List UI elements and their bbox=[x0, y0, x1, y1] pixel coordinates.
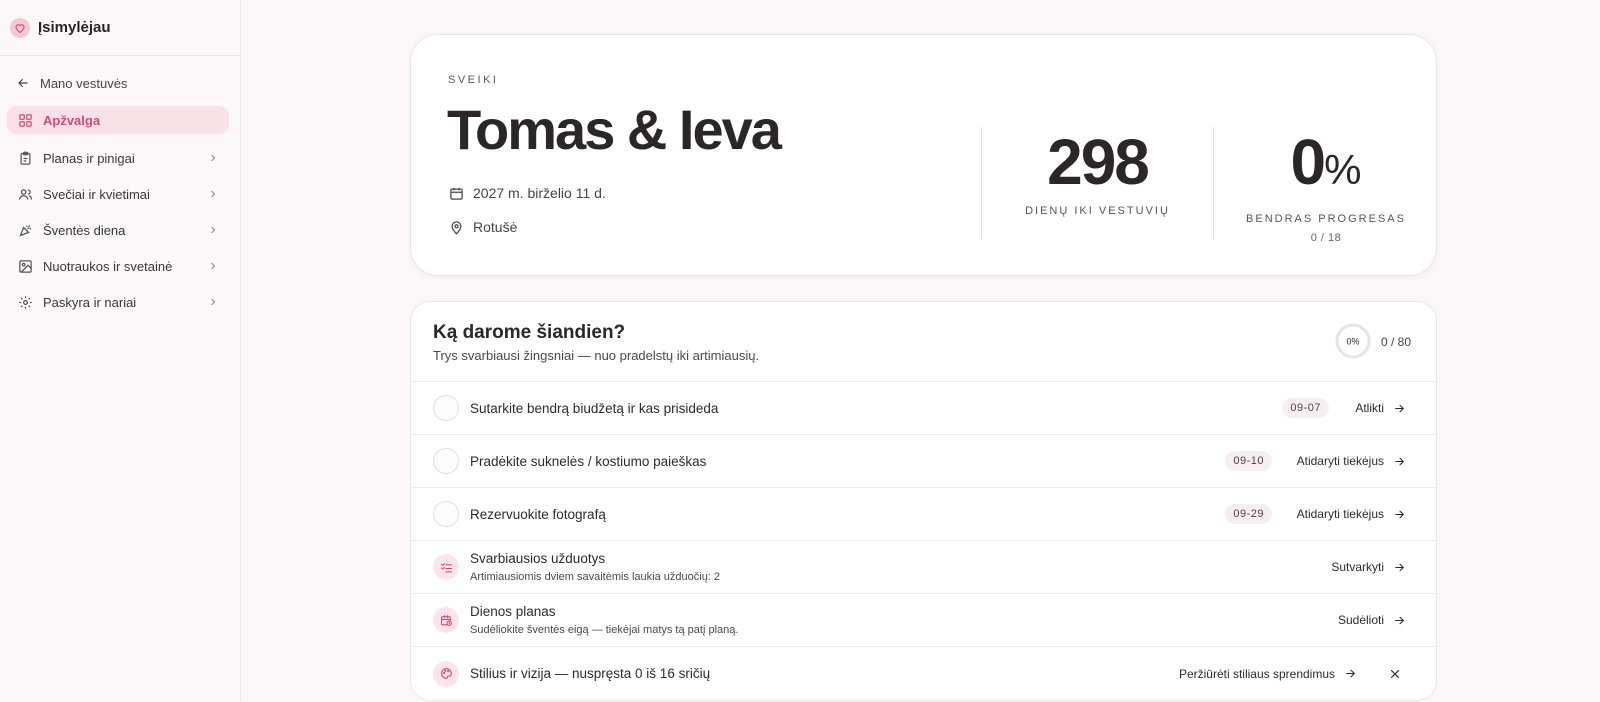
task-due-date: 09-07 bbox=[1282, 398, 1329, 418]
view-style-decisions-button[interactable]: Peržiūrėti stiliaus sprendimus bbox=[1179, 667, 1357, 681]
wedding-date: 2027 m. birželio 11 d. bbox=[449, 185, 606, 201]
sidebar-item-label: Apžvalga bbox=[43, 112, 101, 128]
progress-unit: % bbox=[1324, 146, 1362, 193]
task-checkbox[interactable] bbox=[433, 501, 459, 527]
chevron-right-icon bbox=[211, 154, 216, 162]
task-due-date: 09-10 bbox=[1225, 451, 1272, 471]
sort-out-button[interactable]: Sutvarkyti bbox=[1331, 560, 1406, 574]
sidebar-item-overview[interactable]: Apžvalga bbox=[7, 106, 229, 134]
chevron-right-icon bbox=[211, 226, 216, 234]
days-until-stat: 298 DIENŲ IKI VESTUVIŲ bbox=[982, 127, 1213, 217]
priority-tasks-row: Svarbiausios užduotys Artimiausiomis dvi… bbox=[411, 541, 1436, 594]
heart-logo-icon bbox=[10, 17, 30, 38]
day-plan-title: Dienos planas bbox=[470, 604, 556, 619]
arrow-right-icon bbox=[1395, 510, 1404, 518]
calendar-clock-icon bbox=[433, 607, 459, 633]
task-action-button[interactable]: Atlikti bbox=[1355, 401, 1406, 415]
action-label: Sudėlioti bbox=[1337, 613, 1384, 627]
progress-value: 0% bbox=[1214, 127, 1438, 205]
clipboard-icon bbox=[17, 150, 33, 166]
gear-icon bbox=[17, 294, 33, 310]
task-text: Rezervuokite fotografą bbox=[470, 506, 606, 522]
welcome-kicker: SVEIKI bbox=[448, 74, 499, 86]
sidebar-item-label: Planas ir pinigai bbox=[43, 150, 135, 166]
task-checkbox[interactable] bbox=[433, 395, 459, 421]
tasks-count: 0 / 80 bbox=[1381, 335, 1412, 349]
ring-label: 0% bbox=[1346, 337, 1359, 347]
priority-tasks-subtitle: Artimiausiomis dviem savaitėmis laukia u… bbox=[470, 571, 721, 583]
task-action-button[interactable]: Atidaryti tiekėjus bbox=[1297, 454, 1406, 468]
task-due-date: 09-29 bbox=[1225, 504, 1272, 524]
today-header: Ką darome šiandien? Trys svarbiausi žing… bbox=[411, 302, 1436, 382]
arrow-left-icon bbox=[18, 78, 28, 88]
progress-fraction: 0 / 18 bbox=[1310, 232, 1342, 244]
back-link-label: Mano vestuvės bbox=[40, 75, 128, 91]
wedding-date-text: 2027 m. birželio 11 d. bbox=[473, 185, 606, 201]
sidebar-item-event-day[interactable]: Šventės diena bbox=[7, 216, 229, 244]
couple-names: Tomas & Ieva bbox=[447, 98, 782, 161]
task-text: Sutarkite bendrą biudžetą ir kas priside… bbox=[470, 400, 719, 416]
arrow-right-icon bbox=[1346, 669, 1355, 678]
brand[interactable]: Įsimylėjau bbox=[0, 0, 240, 56]
day-plan-row: Dienos planas Sudėliokite šventės eigą —… bbox=[411, 594, 1436, 647]
arrow-right-icon bbox=[1395, 563, 1404, 571]
image-icon bbox=[17, 258, 33, 274]
calendar-icon bbox=[450, 187, 463, 200]
back-to-weddings-link[interactable]: Mano vestuvės bbox=[16, 72, 127, 94]
task-action-label: Atidaryti tiekėjus bbox=[1296, 454, 1384, 468]
sidebar-item-plan-money[interactable]: Planas ir pinigai bbox=[7, 144, 229, 172]
arrow-right-icon bbox=[1395, 616, 1404, 624]
chevron-right-icon bbox=[211, 262, 216, 270]
progress-number: 0 bbox=[1290, 126, 1327, 198]
sidebar-item-account[interactable]: Paskyra ir nariai bbox=[7, 288, 229, 316]
style-vision-row: Stilius ir vizija — nuspręsta 0 iš 16 sr… bbox=[411, 647, 1436, 700]
arrow-right-icon bbox=[1395, 457, 1404, 465]
task-checkbox[interactable] bbox=[433, 448, 459, 474]
party-popper-icon bbox=[17, 222, 33, 238]
checklist-icon bbox=[433, 554, 459, 580]
map-pin-icon bbox=[451, 220, 462, 235]
sidebar-item-label: Svečiai ir kvietimai bbox=[43, 186, 150, 202]
palette-icon bbox=[433, 660, 459, 687]
sidebar-item-guests[interactable]: Svečiai ir kvietimai bbox=[7, 180, 229, 208]
task-row: Pradėkite suknelės / kostiumo paieškas 0… bbox=[411, 435, 1436, 488]
style-vision-text: Stilius ir vizija — nuspręsta 0 iš 16 sr… bbox=[470, 666, 711, 681]
sidebar: Įsimylėjau Mano vestuvės Apžvalga Planas… bbox=[0, 0, 241, 702]
task-row: Rezervuokite fotografą 09-29 Atidaryti t… bbox=[411, 488, 1436, 541]
wedding-location-text: Rotušė bbox=[473, 219, 518, 235]
progress-ring: 0% bbox=[1335, 323, 1371, 359]
task-action-label: Atidaryti tiekėjus bbox=[1296, 507, 1384, 521]
arrow-right-icon bbox=[1395, 404, 1404, 412]
welcome-card: SVEIKI Tomas & Ieva 2027 m. birželio 11 … bbox=[410, 34, 1437, 276]
task-action-label: Atlikti bbox=[1355, 401, 1384, 415]
chevron-right-icon bbox=[211, 190, 216, 198]
sidebar-item-label: Paskyra ir nariai bbox=[43, 294, 137, 310]
priority-tasks-title: Svarbiausios užduotys bbox=[470, 551, 606, 566]
users-icon bbox=[17, 186, 33, 202]
task-action-button[interactable]: Atidaryti tiekėjus bbox=[1297, 507, 1406, 521]
arrange-button[interactable]: Sudėlioti bbox=[1338, 613, 1406, 627]
overall-progress-stat: 0% BENDRAS PROGRESAS 0 / 18 bbox=[1214, 127, 1438, 244]
sidebar-nav: Apžvalga Planas ir pinigai Svečiai ir kv… bbox=[7, 106, 229, 317]
sidebar-item-label: Šventės diena bbox=[43, 222, 126, 238]
close-icon[interactable] bbox=[1388, 667, 1402, 681]
days-count: 298 bbox=[1047, 126, 1150, 198]
sidebar-item-photos-website[interactable]: Nuotraukos ir svetainė bbox=[7, 252, 229, 280]
chevron-right-icon bbox=[211, 298, 216, 306]
day-plan-subtitle: Sudėliokite šventės eigą — tiekėjai maty… bbox=[470, 624, 739, 636]
wedding-location: Rotušė bbox=[449, 219, 517, 235]
today-title: Ką darome šiandien? bbox=[433, 322, 626, 343]
today-card: Ką darome šiandien? Trys svarbiausi žing… bbox=[410, 301, 1437, 701]
progress-label: BENDRAS PROGRESAS bbox=[1246, 213, 1406, 225]
sidebar-item-label: Nuotraukos ir svetainė bbox=[43, 258, 173, 274]
brand-name: Įsimylėjau bbox=[38, 19, 111, 36]
action-label: Peržiūrėti stiliaus sprendimus bbox=[1178, 666, 1335, 681]
dashboard-grid-icon bbox=[17, 112, 33, 128]
action-label: Sutvarkyti bbox=[1331, 560, 1384, 574]
today-subtitle: Trys svarbiausi žingsniai — nuo pradelst… bbox=[433, 348, 760, 363]
task-row: Sutarkite bendrą biudžetą ir kas priside… bbox=[411, 382, 1436, 435]
task-text: Pradėkite suknelės / kostiumo paieškas bbox=[470, 453, 707, 469]
days-label: DIENŲ IKI VESTUVIŲ bbox=[1025, 205, 1170, 217]
